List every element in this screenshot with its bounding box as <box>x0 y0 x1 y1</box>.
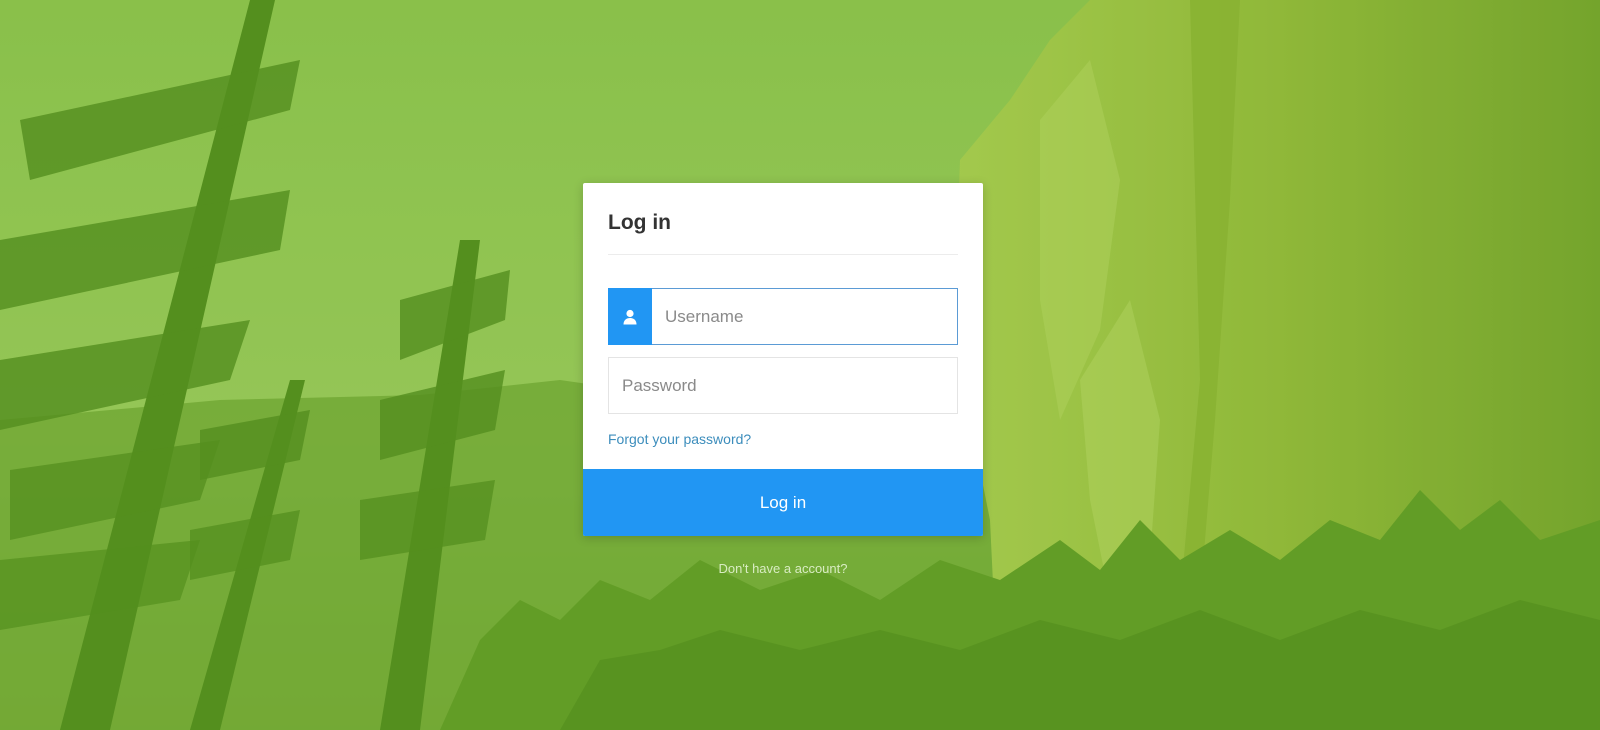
username-field[interactable] <box>608 288 958 345</box>
login-button[interactable]: Log in <box>583 469 983 536</box>
login-title: Log in <box>608 211 671 234</box>
login-card: Log in Forgot your password? Log in <box>583 183 983 536</box>
password-input[interactable] <box>622 358 957 413</box>
forgot-password-link[interactable]: Forgot your password? <box>608 431 751 447</box>
user-icon <box>608 288 652 345</box>
password-field[interactable] <box>608 357 958 414</box>
username-input[interactable] <box>665 289 957 344</box>
login-card-header: Log in <box>608 205 958 255</box>
signup-link[interactable]: Don't have a account? <box>0 561 1566 576</box>
user-icon-glyph <box>623 309 637 324</box>
